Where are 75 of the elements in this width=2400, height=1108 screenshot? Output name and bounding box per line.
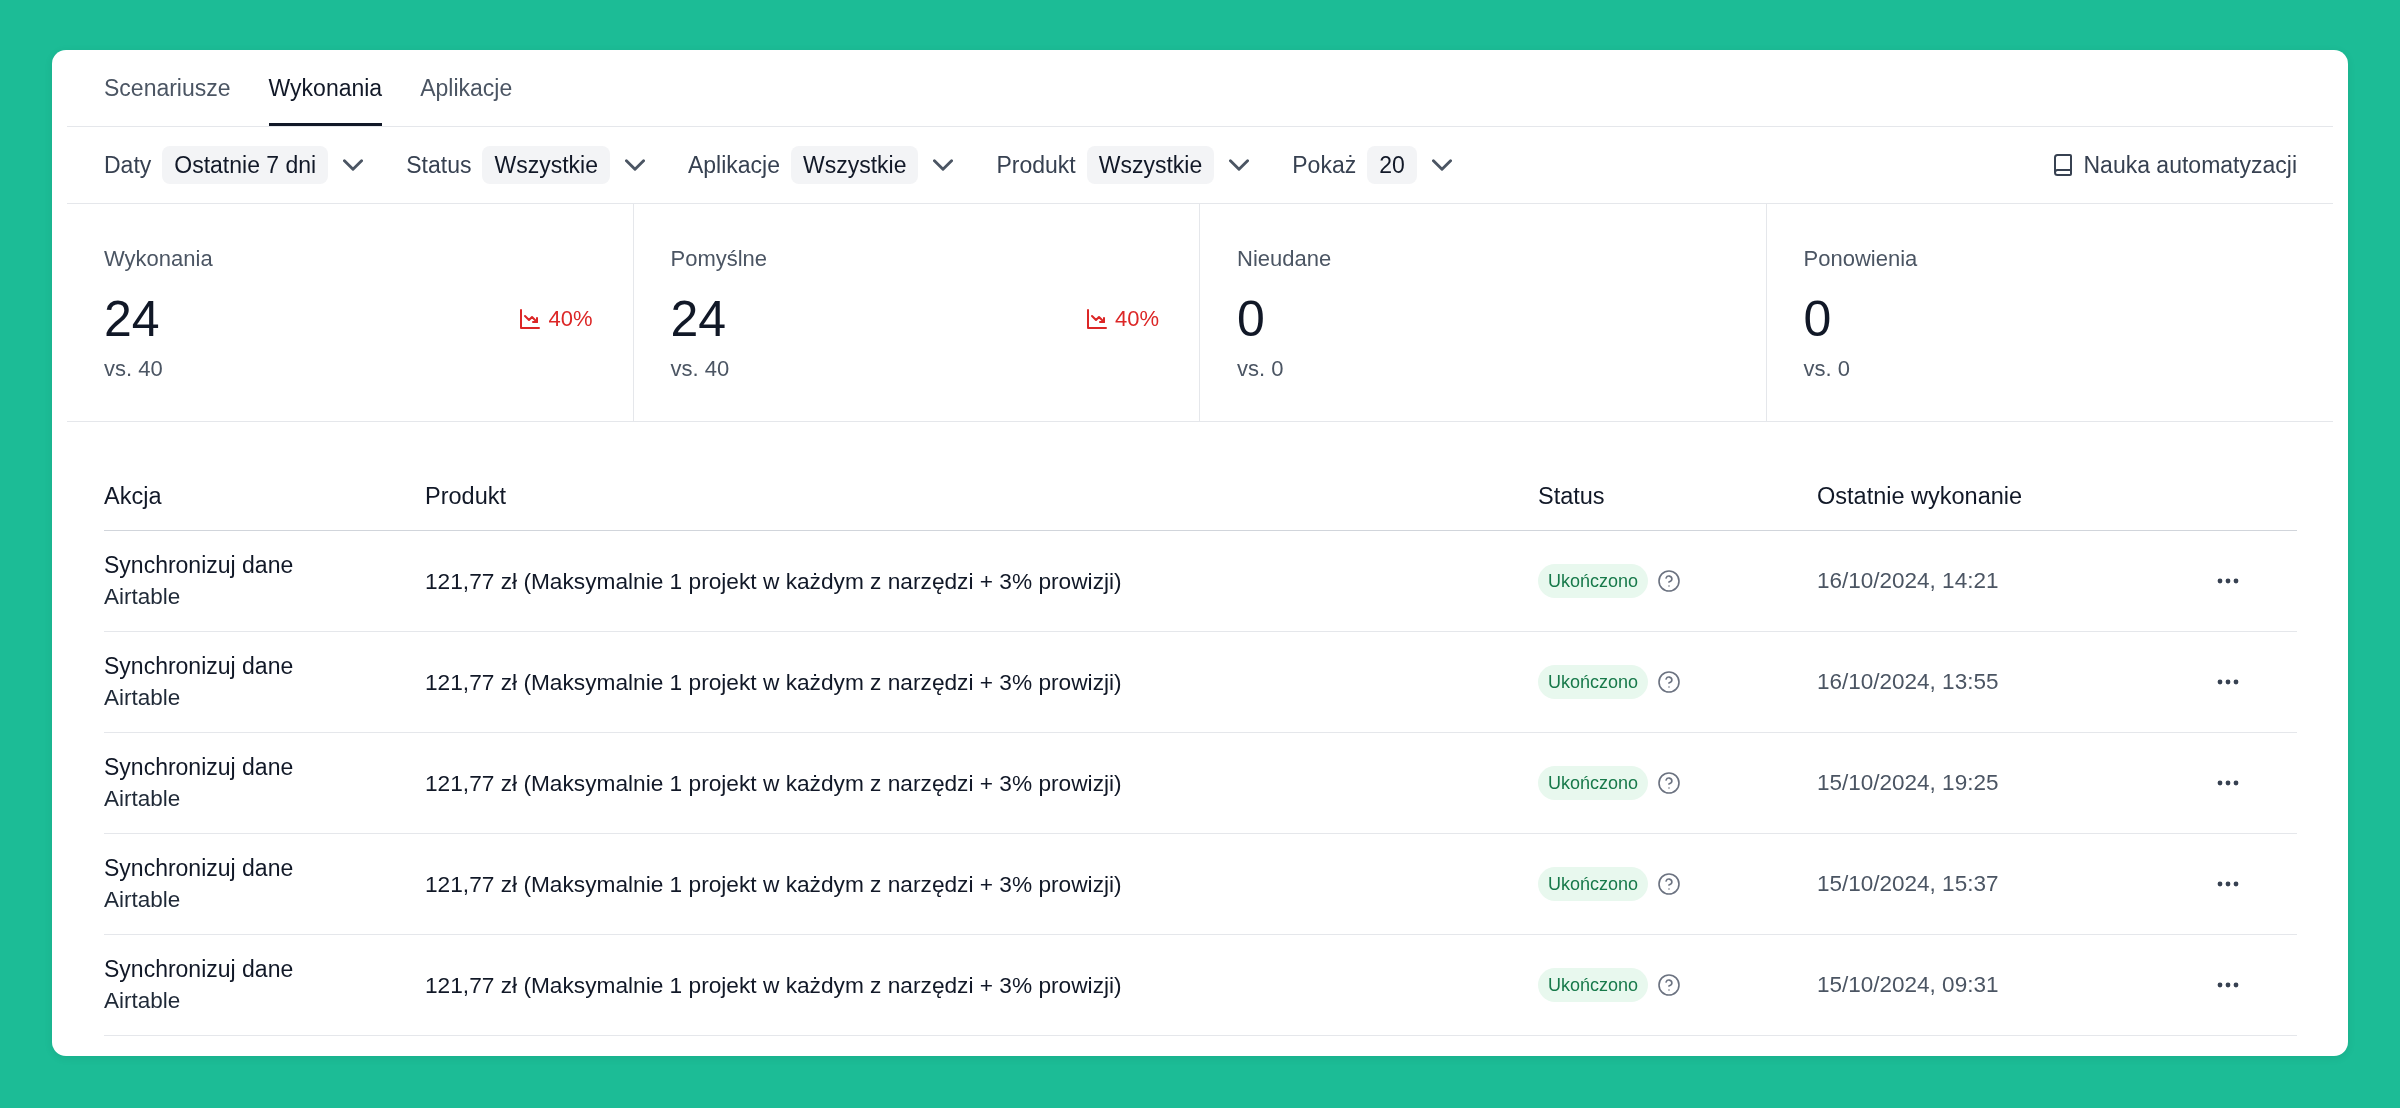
stat-label: Wykonania bbox=[104, 247, 213, 271]
trend-percent: 40% bbox=[548, 306, 593, 332]
stat-value: 0 bbox=[1237, 291, 1265, 347]
trend-percent: 40% bbox=[1114, 306, 1159, 332]
question-circle-icon[interactable] bbox=[1658, 873, 1681, 895]
tab[interactable]: Aplikacje bbox=[420, 50, 513, 126]
date-text: 15/10/2024, 19:25 bbox=[1817, 770, 1999, 795]
column-header: Ostatnie wykonanie bbox=[1817, 482, 2023, 510]
app-name: Airtable bbox=[104, 583, 181, 611]
filter-label: Pokaż bbox=[1292, 151, 1357, 179]
stat-value: 24 bbox=[104, 291, 160, 347]
stat-comparison: vs. 40 bbox=[104, 356, 163, 382]
product-text: 121,77 zł (Maksymalnie 1 projekt w każdym z narzędzi + 3% prowizji) bbox=[425, 971, 1122, 998]
action-name: Synchronizuj dane bbox=[104, 854, 294, 883]
column-header: Akcja bbox=[104, 482, 162, 510]
filter-select[interactable]: Wszystkie bbox=[1086, 146, 1215, 184]
action-name: Synchronizuj dane bbox=[104, 652, 294, 681]
column-header: Status bbox=[1538, 482, 1605, 510]
chevron-down-icon[interactable] bbox=[1431, 159, 1452, 171]
chevron-down-icon[interactable] bbox=[343, 159, 364, 171]
status-badge: Ukończono bbox=[1538, 766, 1649, 800]
dots-icon bbox=[2217, 578, 2239, 584]
status-badge: Ukończono bbox=[1538, 564, 1649, 598]
stat-label: Ponowienia bbox=[1803, 247, 1918, 271]
stat-label: Nieudane bbox=[1237, 247, 1332, 271]
chevron-down-icon[interactable] bbox=[1229, 159, 1250, 171]
stat-comparison: vs. 0 bbox=[1803, 356, 1850, 382]
tab[interactable]: Scenariusze bbox=[104, 50, 231, 126]
app-name: Airtable bbox=[104, 785, 181, 813]
question-circle-icon[interactable] bbox=[1658, 671, 1681, 693]
question-circle-icon[interactable] bbox=[1658, 570, 1681, 592]
date-text: 16/10/2024, 13:55 bbox=[1817, 669, 1999, 694]
action-name: Synchronizuj dane bbox=[104, 955, 294, 984]
dots-icon bbox=[2217, 780, 2239, 786]
question-circle-icon[interactable] bbox=[1658, 772, 1681, 794]
product-text: 121,77 zł (Maksymalnie 1 projekt w każdym z narzędzi + 3% prowizji) bbox=[425, 668, 1122, 695]
filter-label: Produkt bbox=[996, 151, 1076, 179]
dots-icon bbox=[2217, 679, 2239, 685]
dots-icon bbox=[2217, 881, 2239, 887]
status-badge: Ukończono bbox=[1538, 867, 1649, 901]
stat-value: 24 bbox=[670, 291, 727, 347]
stat-label: Pomyślne bbox=[670, 247, 768, 271]
stat-comparison: vs. 0 bbox=[1237, 356, 1284, 382]
action-name: Synchronizuj dane bbox=[104, 753, 294, 782]
filter-select[interactable]: 20 bbox=[1367, 146, 1417, 184]
question-circle-icon[interactable] bbox=[1658, 974, 1681, 996]
stat-value: 0 bbox=[1803, 291, 1832, 347]
date-text: 15/10/2024, 15:37 bbox=[1817, 871, 1999, 896]
product-text: 121,77 zł (Maksymalnie 1 projekt w każdym z narzędzi + 3% prowizji) bbox=[425, 769, 1122, 796]
filter-select[interactable]: Ostatnie 7 dni bbox=[162, 146, 329, 184]
tab[interactable]: Wykonania bbox=[268, 50, 383, 126]
stat-comparison: vs. 40 bbox=[670, 356, 730, 382]
chart-down-icon bbox=[1086, 309, 1107, 329]
chevron-down-icon[interactable] bbox=[624, 159, 645, 171]
filter-label: Status bbox=[406, 151, 472, 179]
filter-label: Aplikacje bbox=[687, 151, 780, 179]
product-text: 121,77 zł (Maksymalnie 1 projekt w każdym z narzędzi + 3% prowizji) bbox=[425, 567, 1122, 594]
app-name: Airtable bbox=[104, 886, 181, 914]
date-text: 15/10/2024, 09:31 bbox=[1817, 972, 1999, 997]
app-name: Airtable bbox=[104, 684, 181, 712]
status-badge: Ukończono bbox=[1538, 665, 1649, 699]
chevron-down-icon[interactable] bbox=[933, 159, 954, 171]
product-text: 121,77 zł (Maksymalnie 1 projekt w każdym z narzędzi + 3% prowizji) bbox=[425, 870, 1122, 897]
app-name: Airtable bbox=[104, 987, 181, 1015]
column-header: Produkt bbox=[425, 482, 506, 510]
help-link[interactable]: Nauka automatyzacji bbox=[2053, 151, 2297, 179]
status-badge: Ukończono bbox=[1538, 968, 1649, 1002]
book-icon bbox=[2053, 154, 2072, 176]
filter-select[interactable]: Wszystkie bbox=[791, 146, 919, 184]
dots-icon bbox=[2217, 982, 2239, 988]
action-name: Synchronizuj dane bbox=[104, 551, 294, 580]
date-text: 16/10/2024, 14:21 bbox=[1817, 568, 1999, 593]
chart-down-icon bbox=[520, 309, 541, 329]
filter-select[interactable]: Wszystkie bbox=[482, 146, 610, 184]
filter-label: Daty bbox=[104, 151, 152, 179]
